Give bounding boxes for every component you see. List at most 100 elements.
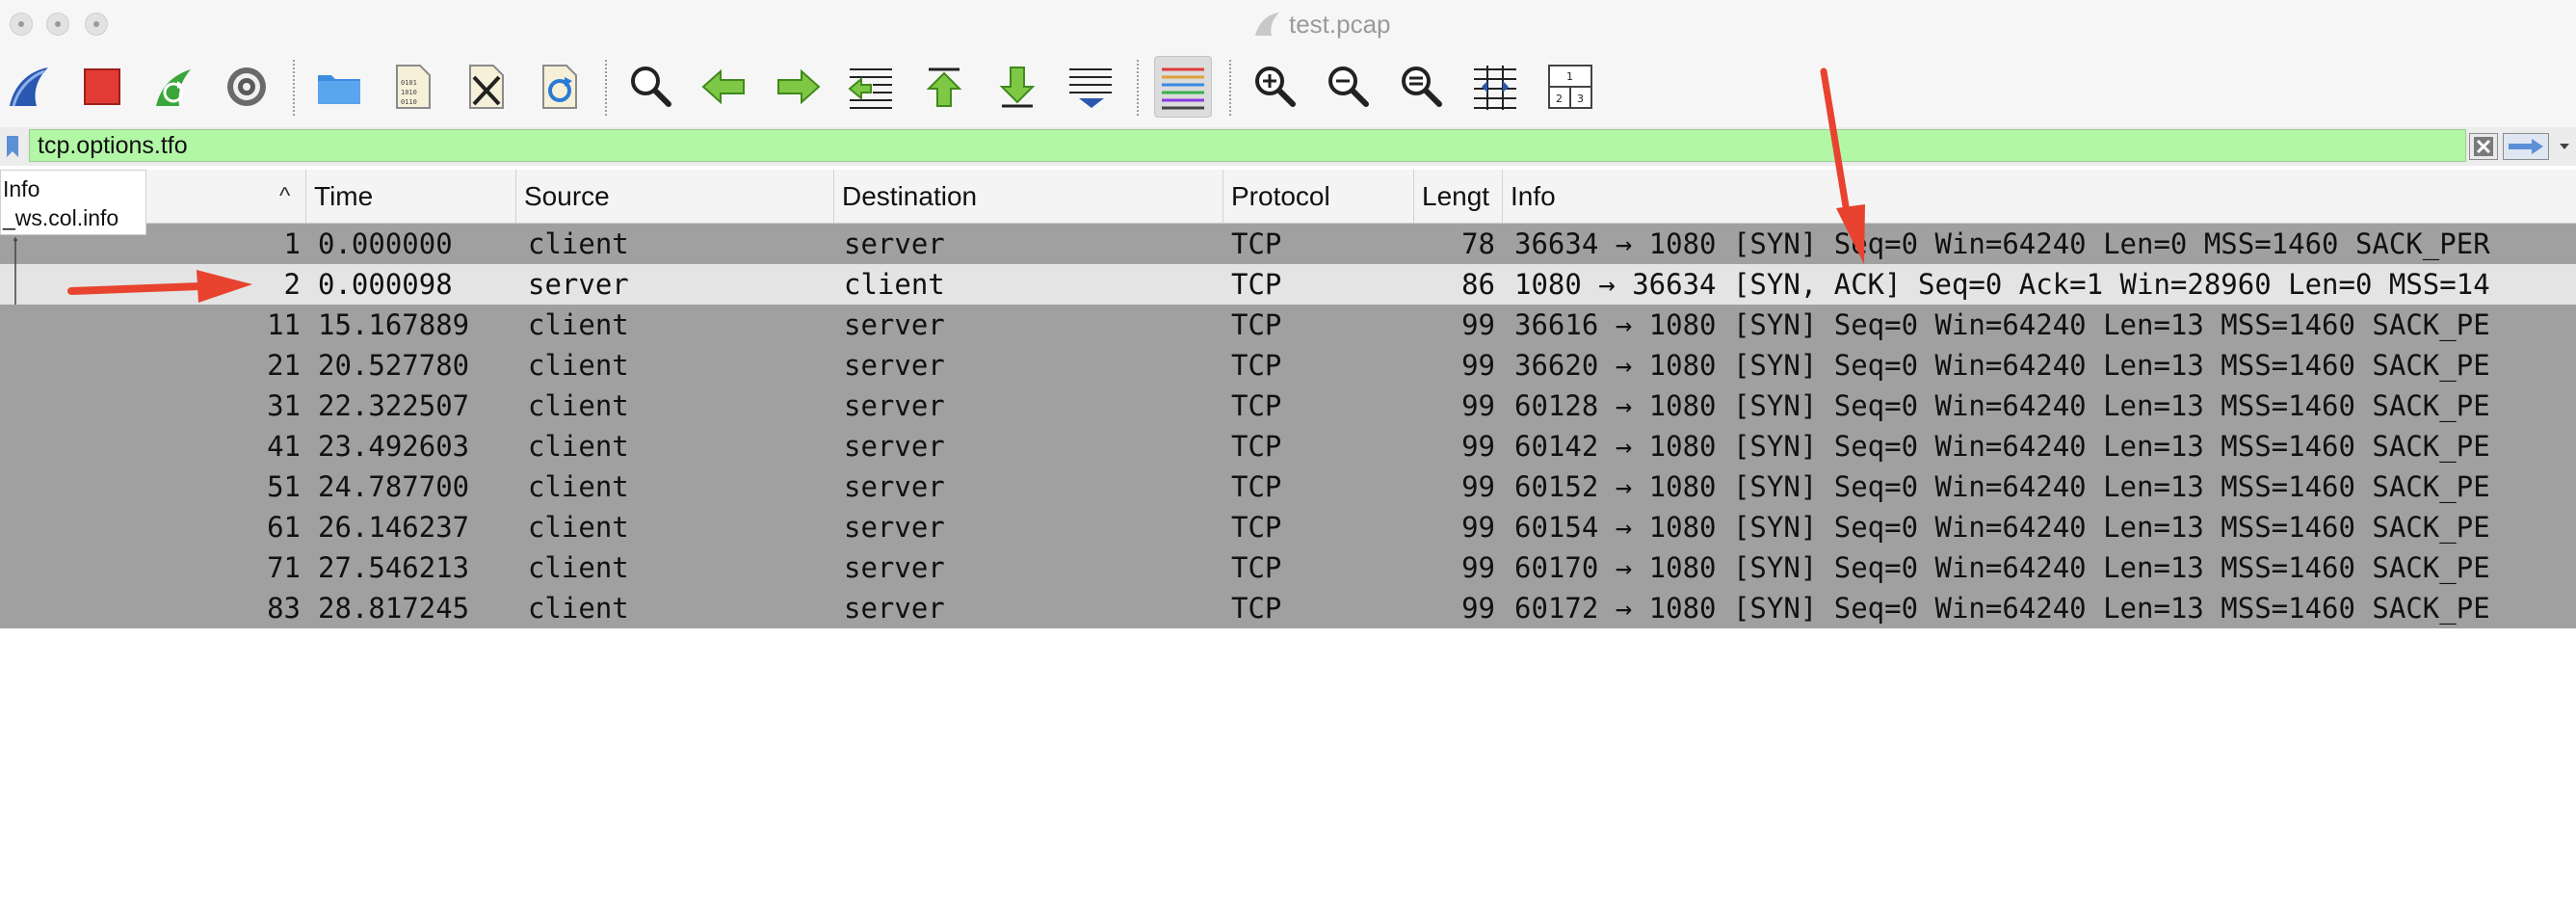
packet-source: client	[528, 592, 629, 625]
svg-text:1: 1	[1566, 70, 1573, 83]
go-forward-button[interactable]	[769, 56, 827, 118]
apply-filter-button[interactable]	[2503, 133, 2549, 160]
packet-number: 31	[267, 389, 301, 422]
packet-source: client	[528, 349, 629, 382]
arrow-up-icon	[926, 67, 962, 107]
file-close-icon	[469, 65, 504, 109]
tooltip-title: Info	[3, 176, 40, 201]
packet-protocol: TCP	[1231, 430, 1282, 463]
stop-capture-button[interactable]	[73, 56, 131, 118]
display-filter-bar: tcp.options.tfo	[0, 127, 2576, 166]
shark-fin-icon	[10, 67, 48, 107]
packet-row[interactable]: 83 28.817245 client server TCP 99 60172 …	[0, 588, 2576, 628]
restart-capture-button[interactable]	[145, 56, 202, 118]
go-to-packet-icon	[848, 68, 892, 109]
file-reload-icon	[542, 65, 577, 109]
packet-protocol: TCP	[1231, 511, 1282, 544]
toolbar-separator	[293, 60, 295, 118]
sort-ascending-icon: ^	[279, 183, 291, 209]
packet-time: 28.817245	[318, 592, 470, 625]
clear-filter-button[interactable]	[2469, 133, 2498, 160]
capture-options-button[interactable]	[218, 56, 276, 118]
packet-time: 27.546213	[318, 551, 470, 584]
packet-length: 99	[1461, 511, 1495, 544]
packet-length: 78	[1461, 227, 1495, 260]
packet-length: 99	[1461, 349, 1495, 382]
zoom-window-button[interactable]	[85, 13, 108, 36]
svg-text:3: 3	[1577, 93, 1584, 105]
packet-row[interactable]: 41 23.492603 client server TCP 99 60142 …	[0, 426, 2576, 466]
packet-protocol: TCP	[1231, 551, 1282, 584]
packet-length: 99	[1461, 430, 1495, 463]
packet-number: 2	[283, 268, 301, 301]
zoom-reset-icon	[1402, 67, 1442, 107]
packet-row[interactable]: 61 26.146237 client server TCP 99 60154 …	[0, 507, 2576, 547]
column-header-source[interactable]: Source	[516, 170, 834, 224]
save-file-button[interactable]: 0101 1010 0110	[383, 56, 441, 118]
toolbar-separator	[1229, 60, 1231, 118]
packet-row[interactable]: 21 20.527780 client server TCP 99 36620 …	[0, 345, 2576, 386]
column-header-length[interactable]: Lengt	[1414, 170, 1503, 224]
window-title: test.pcap	[1252, 8, 1391, 40]
go-back-button[interactable]	[696, 56, 753, 118]
zoom-out-icon	[1328, 67, 1369, 107]
packet-time: 22.322507	[318, 389, 470, 422]
column-header-protocol[interactable]: Protocol	[1223, 170, 1414, 224]
packet-destination: server	[844, 551, 945, 584]
last-packet-button[interactable]	[988, 56, 1046, 118]
packet-list-header: ^ Time Source Destination Protocol Lengt…	[0, 170, 2576, 224]
open-file-button[interactable]	[310, 56, 368, 118]
resize-columns-button[interactable]	[1466, 56, 1524, 118]
close-window-button[interactable]	[10, 13, 33, 36]
bookmark-icon[interactable]	[6, 135, 19, 158]
svg-text:2: 2	[1556, 93, 1563, 105]
packet-destination: server	[844, 349, 945, 382]
packet-protocol: TCP	[1231, 349, 1282, 382]
first-packet-button[interactable]	[915, 56, 973, 118]
packet-length: 86	[1461, 268, 1495, 301]
layout-icon: 12 3	[1548, 65, 1592, 109]
colorize-button[interactable]	[1154, 56, 1212, 118]
close-file-button[interactable]	[457, 56, 514, 118]
layout-button[interactable]: 12 3	[1541, 56, 1599, 118]
column-header-info[interactable]: Info	[1503, 170, 2576, 224]
find-packet-button[interactable]	[622, 56, 680, 118]
packet-source: client	[528, 389, 629, 422]
display-filter-input[interactable]: tcp.options.tfo	[29, 129, 2466, 162]
packet-row[interactable]: 51 24.787700 client server TCP 99 60152 …	[0, 466, 2576, 507]
minimize-window-button[interactable]	[46, 13, 69, 36]
arrow-right-icon	[2509, 139, 2543, 154]
autoscroll-button[interactable]	[1062, 56, 1119, 118]
packet-time: 0.000000	[318, 227, 453, 260]
column-header-time[interactable]: Time	[306, 170, 516, 224]
packet-row[interactable]: 11 15.167889 client server TCP 99 36616 …	[0, 305, 2576, 345]
packet-row[interactable]: 71 27.546213 client server TCP 99 60170 …	[0, 547, 2576, 588]
normal-size-button[interactable]	[1393, 56, 1451, 118]
packet-protocol: TCP	[1231, 308, 1282, 341]
packet-row-selected[interactable]: 2 0.000098 server client TCP 86 1080 → 3…	[0, 264, 2576, 305]
folder-icon	[318, 75, 360, 104]
magnifier-icon	[631, 67, 671, 107]
packet-time: 24.787700	[318, 470, 470, 503]
reload-file-button[interactable]	[530, 56, 588, 118]
zoom-in-button[interactable]	[1247, 56, 1304, 118]
svg-text:0101: 0101	[401, 79, 417, 87]
packet-protocol: TCP	[1231, 470, 1282, 503]
chevron-down-icon[interactable]	[2557, 139, 2572, 154]
zoom-in-icon	[1255, 67, 1296, 107]
packet-row[interactable]: 31 22.322507 client server TCP 99 60128 …	[0, 386, 2576, 426]
zoom-out-button[interactable]	[1320, 56, 1378, 118]
packet-source: client	[528, 511, 629, 544]
packet-row[interactable]: 1 0.000000 client server TCP 78 36634 → …	[0, 224, 2576, 264]
close-icon	[2474, 137, 2493, 156]
column-header-destination[interactable]: Destination	[834, 170, 1223, 224]
packet-number: 21	[267, 349, 301, 382]
restart-icon	[156, 69, 191, 106]
packet-info: 36620 → 1080 [SYN] Seq=0 Win=64240 Len=1…	[1514, 349, 2490, 382]
start-capture-button[interactable]	[0, 56, 58, 118]
go-to-packet-button[interactable]	[842, 56, 900, 118]
packet-protocol: TCP	[1231, 268, 1282, 301]
packet-source: client	[528, 308, 629, 341]
packet-destination: client	[844, 268, 945, 301]
packet-time: 0.000098	[318, 268, 453, 301]
